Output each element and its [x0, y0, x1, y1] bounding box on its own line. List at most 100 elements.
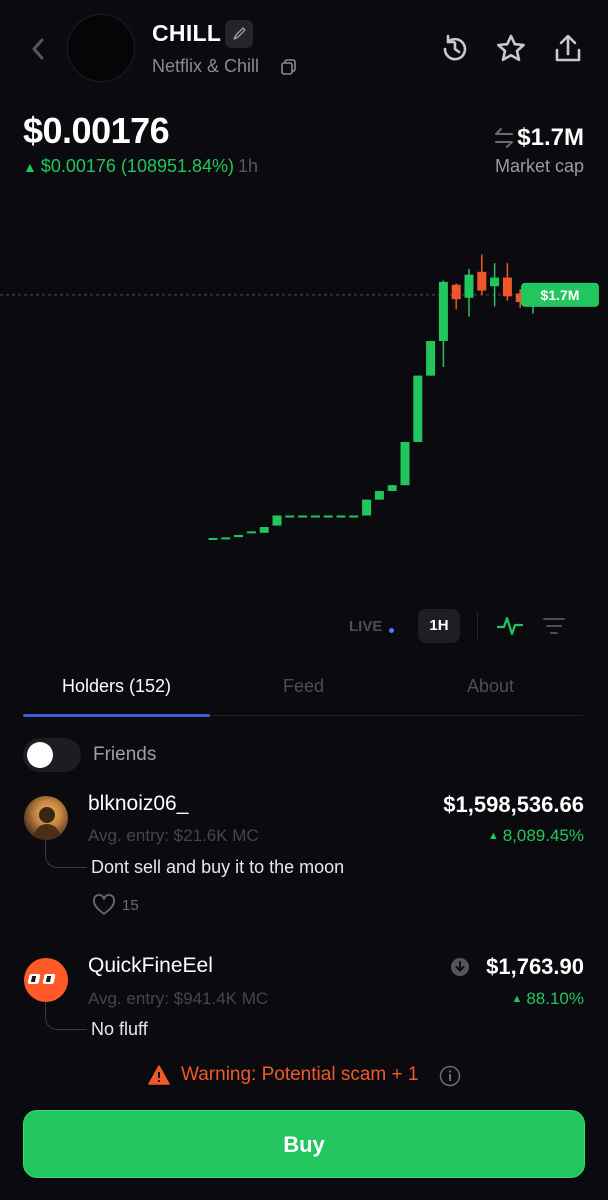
token-avatar [67, 14, 135, 82]
up-triangle-icon: ▲ [511, 993, 523, 1005]
divider [477, 612, 478, 640]
tab-feed[interactable]: Feed [210, 676, 397, 697]
candle [477, 254, 487, 295]
market-cap-value: $1.7M [517, 124, 584, 151]
candle [387, 485, 397, 491]
tab-bar: Holders (152) Feed About [23, 668, 584, 717]
up-triangle-icon: ▲ [23, 159, 37, 175]
candle-body [298, 515, 308, 518]
tab-about[interactable]: About [397, 676, 584, 697]
holder-value: $1,763.90 [486, 954, 584, 979]
candle [310, 515, 320, 518]
line-chart-icon[interactable] [497, 614, 523, 638]
star-icon[interactable] [494, 32, 528, 66]
live-indicator[interactable]: LIVE [349, 618, 382, 635]
candle-body [451, 284, 461, 300]
holder-name[interactable]: QuickFineEel [88, 954, 213, 978]
candle-body [349, 515, 359, 518]
candle-body [362, 499, 372, 516]
candle-body [438, 281, 448, 342]
candle [259, 527, 269, 533]
candle [285, 515, 295, 518]
candle-body [246, 531, 256, 534]
avatar[interactable] [24, 958, 68, 1002]
candle [246, 531, 256, 534]
swap-icon[interactable] [492, 126, 516, 150]
candle-body [490, 277, 500, 287]
token-price: $0.00176 [23, 110, 170, 151]
history-icon[interactable] [438, 32, 472, 66]
candle-body [477, 271, 487, 291]
candle [413, 375, 423, 442]
current-price-label: $1.7M [541, 287, 580, 303]
candle-body [234, 534, 244, 538]
candle [374, 490, 384, 500]
candle [208, 537, 218, 540]
candle-body [464, 274, 474, 298]
buy-button[interactable]: Buy [23, 1110, 585, 1178]
candle [349, 515, 359, 518]
candle [464, 268, 474, 317]
copy-icon[interactable] [280, 58, 298, 76]
holder-value: $1,598,536.66 [443, 792, 584, 817]
download-icon [451, 958, 469, 976]
candle [272, 515, 282, 526]
pen-icon [225, 20, 253, 48]
token-full-name: Netflix & Chill [152, 56, 260, 76]
tab-holders[interactable]: Holders (152) [23, 676, 210, 697]
price-change-value: $0.00176 (108951.84%) [40, 156, 235, 176]
candle [400, 441, 410, 486]
candle [234, 534, 244, 538]
candle-body [208, 537, 218, 540]
friends-label: Friends [93, 744, 157, 765]
candle [502, 263, 512, 301]
candle [323, 515, 333, 518]
candle [336, 515, 346, 518]
candle-body [285, 515, 295, 518]
holder-pct: ▲ 88.10% [511, 989, 584, 1009]
candle-body [221, 537, 231, 540]
price-chart[interactable]: $1.7M [0, 200, 608, 600]
friends-toggle[interactable] [23, 738, 81, 772]
holder-pct: ▲ 8,089.45% [488, 826, 584, 846]
filter-icon[interactable] [543, 616, 565, 636]
info-icon[interactable] [439, 1065, 461, 1087]
holder-avg-entry: Avg. entry: $941.4K MC [88, 989, 269, 1008]
candle-body [426, 341, 436, 376]
holder-avg-entry: Avg. entry: $21.6K MC [88, 826, 259, 845]
avatar[interactable] [24, 796, 68, 840]
warning-text: Warning: Potential scam + 1 [181, 1064, 419, 1085]
live-dot-icon [389, 628, 394, 633]
chart-controls: LIVE 1H [0, 606, 608, 646]
candle-body [336, 515, 346, 518]
candle-body [272, 515, 282, 526]
candle-body [387, 485, 397, 491]
candle-body [259, 527, 269, 533]
token-symbol: CHILL [152, 20, 222, 46]
price-change: ▲ $0.00176 (108951.84%) 1h [23, 156, 258, 177]
like-count: 15 [122, 897, 139, 914]
market-cap-label: Market cap [494, 156, 584, 176]
candle-body [413, 375, 423, 442]
active-tab-indicator [23, 714, 210, 717]
candle-body [502, 277, 512, 297]
share-icon[interactable] [551, 32, 585, 66]
scam-warning[interactable]: Warning: Potential scam + 1 [148, 1064, 468, 1090]
up-triangle-icon: ▲ [487, 830, 499, 842]
holder-comment: Dont sell and buy it to the moon [91, 857, 345, 877]
candle-body [323, 515, 333, 518]
candle [221, 537, 231, 540]
toggle-knob [27, 742, 53, 768]
holder-name[interactable]: blknoiz06_ [88, 792, 188, 816]
candle [362, 499, 372, 516]
heart-icon [93, 894, 115, 915]
candle [451, 283, 461, 310]
comment-connector [45, 840, 87, 868]
warning-icon [148, 1065, 170, 1085]
timeframe-button[interactable]: 1H [418, 609, 460, 643]
back-arrow-icon[interactable] [26, 34, 50, 64]
candle [490, 263, 500, 307]
candle-body [374, 490, 384, 500]
candle [438, 280, 448, 367]
candle-body [400, 441, 410, 486]
